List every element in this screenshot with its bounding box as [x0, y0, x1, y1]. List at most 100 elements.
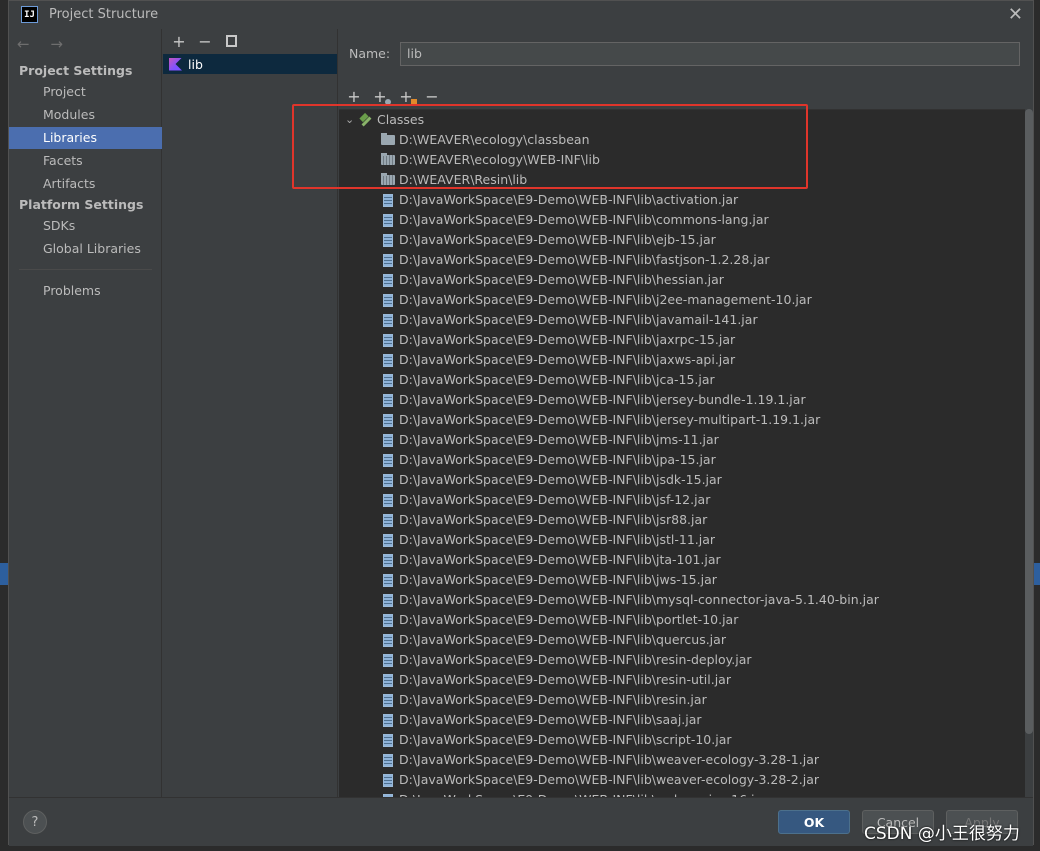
jar-path: D:\JavaWorkSpace\E9-Demo\WEB-INF\lib\hes…	[399, 272, 724, 287]
jar-entry[interactable]: D:\JavaWorkSpace\E9-Demo\WEB-INF\lib\jst…	[381, 530, 715, 550]
classes-tree[interactable]: ⌄ Classes D:\WEAVER\ecology\classbean D:\…	[339, 109, 1025, 797]
jar-entry[interactable]: D:\JavaWorkSpace\E9-Demo\WEB-INF\lib\saa…	[381, 710, 702, 730]
add-icon[interactable]: +	[345, 87, 363, 106]
project-structure-dialog: IJ Project Structure ✕ ← → Project Setti…	[8, 0, 1034, 846]
jar-entry[interactable]: D:\JavaWorkSpace\E9-Demo\WEB-INF\lib\jax…	[381, 330, 735, 350]
jar-path: D:\JavaWorkSpace\E9-Demo\WEB-INF\lib\que…	[399, 632, 726, 647]
jar-entry[interactable]: D:\JavaWorkSpace\E9-Demo\WEB-INF\lib\fas…	[381, 250, 770, 270]
jar-path: D:\JavaWorkSpace\E9-Demo\WEB-INF\lib\jsf…	[399, 492, 711, 507]
jar-entry[interactable]: D:\JavaWorkSpace\E9-Demo\WEB-INF\lib\jca…	[381, 370, 715, 390]
library-name-input[interactable]: lib	[400, 42, 1020, 66]
classes-toolbar: + + + −	[345, 87, 441, 106]
jar-entry[interactable]: D:\JavaWorkSpace\E9-Demo\WEB-INF\lib\hes…	[381, 270, 724, 290]
jar-entry[interactable]: D:\JavaWorkSpace\E9-Demo\WEB-INF\lib\jer…	[381, 390, 806, 410]
jar-icon	[383, 773, 393, 787]
jar-icon	[383, 713, 393, 727]
jar-entry[interactable]: D:\JavaWorkSpace\E9-Demo\WEB-INF\lib\res…	[381, 650, 752, 670]
nav-item-modules[interactable]: Modules	[9, 104, 162, 126]
jar-icon	[383, 473, 393, 487]
jar-path: D:\JavaWorkSpace\E9-Demo\WEB-INF\lib\fas…	[399, 252, 770, 267]
copy-library-icon[interactable]	[221, 32, 241, 51]
jar-path: D:\JavaWorkSpace\E9-Demo\WEB-INF\lib\ejb…	[399, 232, 716, 247]
folder-icon	[381, 153, 395, 165]
directory-entry[interactable]: D:\WEAVER\ecology\WEB-INF\lib	[381, 150, 600, 170]
jar-icon	[383, 433, 393, 447]
nav-item-libraries[interactable]: Libraries	[9, 127, 162, 149]
ok-button[interactable]: OK	[778, 810, 850, 834]
directory-entry[interactable]: D:\WEAVER\Resin\lib	[381, 170, 527, 190]
close-icon[interactable]: ✕	[1008, 4, 1023, 25]
jar-icon	[383, 213, 393, 227]
jar-entry[interactable]: D:\JavaWorkSpace\E9-Demo\WEB-INF\lib\wea…	[381, 750, 819, 770]
jar-path: D:\JavaWorkSpace\E9-Demo\WEB-INF\lib\saa…	[399, 712, 702, 727]
remove-icon[interactable]: −	[423, 87, 441, 106]
jar-entry[interactable]: D:\JavaWorkSpace\E9-Demo\WEB-INF\lib\jax…	[381, 350, 735, 370]
jar-path: D:\JavaWorkSpace\E9-Demo\WEB-INF\lib\jpa…	[399, 452, 716, 467]
jar-icon	[383, 733, 393, 747]
nav-item-problems[interactable]: Problems	[9, 280, 162, 302]
jar-entry[interactable]: D:\JavaWorkSpace\E9-Demo\WEB-INF\lib\jms…	[381, 430, 719, 450]
jar-entry[interactable]: D:\JavaWorkSpace\E9-Demo\WEB-INF\lib\jws…	[381, 570, 717, 590]
jar-entry[interactable]: D:\JavaWorkSpace\E9-Demo\WEB-INF\lib\mys…	[381, 590, 879, 610]
jar-path: D:\JavaWorkSpace\E9-Demo\WEB-INF\lib\wea…	[399, 772, 820, 787]
chevron-down-icon[interactable]: ⌄	[345, 110, 359, 130]
jar-entry[interactable]: D:\JavaWorkSpace\E9-Demo\WEB-INF\lib\jta…	[381, 550, 721, 570]
nav-item-sdks[interactable]: SDKs	[9, 215, 162, 237]
jar-path: D:\JavaWorkSpace\E9-Demo\WEB-INF\lib\jav…	[399, 312, 758, 327]
add-with-settings-icon[interactable]: +	[371, 87, 391, 106]
jar-icon	[383, 453, 393, 467]
nav-item-global-libraries[interactable]: Global Libraries	[9, 238, 162, 260]
nav-item-facets[interactable]: Facets	[9, 150, 162, 172]
jar-path: D:\JavaWorkSpace\E9-Demo\WEB-INF\lib\com…	[399, 212, 769, 227]
jar-path: D:\JavaWorkSpace\E9-Demo\WEB-INF\lib\web…	[399, 790, 767, 797]
jar-icon	[383, 573, 393, 587]
directory-path: D:\WEAVER\ecology\classbean	[399, 132, 590, 147]
jar-icon	[383, 493, 393, 507]
jar-entry[interactable]: D:\JavaWorkSpace\E9-Demo\WEB-INF\lib\ejb…	[381, 230, 716, 250]
jar-icon	[383, 693, 393, 707]
jar-entry[interactable]: D:\JavaWorkSpace\E9-Demo\WEB-INF\lib\jer…	[381, 410, 820, 430]
jar-path: D:\JavaWorkSpace\E9-Demo\WEB-INF\lib\jax…	[399, 352, 736, 367]
jar-path: D:\JavaWorkSpace\E9-Demo\WEB-INF\lib\jsr…	[399, 512, 708, 527]
library-detail-panel: Name: lib + + + − ⌄ Classes D:\WEAVER\ec…	[339, 29, 1033, 797]
ide-selection-strip-left	[0, 563, 8, 585]
jar-entry[interactable]: D:\JavaWorkSpace\E9-Demo\WEB-INF\lib\act…	[381, 190, 738, 210]
jar-entry[interactable]: D:\JavaWorkSpace\E9-Demo\WEB-INF\lib\jsr…	[381, 510, 707, 530]
remove-library-icon[interactable]: −	[195, 32, 215, 51]
help-button[interactable]: ?	[23, 810, 47, 834]
jar-icon	[383, 593, 393, 607]
nav-item-project[interactable]: Project	[9, 81, 162, 103]
jar-icon	[383, 233, 393, 247]
add-attach-icon[interactable]: +	[397, 87, 417, 106]
directory-entry[interactable]: D:\WEAVER\ecology\classbean	[381, 130, 590, 150]
jar-entry[interactable]: D:\JavaWorkSpace\E9-Demo\WEB-INF\lib\jpa…	[381, 450, 716, 470]
back-forward-arrows-icon[interactable]: ← →	[17, 35, 71, 53]
jar-icon	[383, 533, 393, 547]
jar-entry[interactable]: D:\JavaWorkSpace\E9-Demo\WEB-INF\lib\que…	[381, 630, 726, 650]
jar-entry[interactable]: D:\JavaWorkSpace\E9-Demo\WEB-INF\lib\scr…	[381, 730, 732, 750]
library-item-lib[interactable]: lib	[163, 54, 337, 74]
jar-path: D:\JavaWorkSpace\E9-Demo\WEB-INF\lib\act…	[399, 192, 739, 207]
jar-path: D:\JavaWorkSpace\E9-Demo\WEB-INF\lib\jca…	[399, 372, 715, 387]
jar-entry[interactable]: D:\JavaWorkSpace\E9-Demo\WEB-INF\lib\wea…	[381, 770, 819, 790]
jar-entry[interactable]: D:\JavaWorkSpace\E9-Demo\WEB-INF\lib\web…	[381, 790, 767, 797]
jar-path: D:\JavaWorkSpace\E9-Demo\WEB-INF\lib\mys…	[399, 592, 879, 607]
jar-entry[interactable]: D:\JavaWorkSpace\E9-Demo\WEB-INF\lib\res…	[381, 690, 707, 710]
tree-scrollbar[interactable]	[1025, 109, 1033, 734]
jar-icon	[383, 553, 393, 567]
nav-item-artifacts[interactable]: Artifacts	[9, 173, 162, 195]
jar-entry[interactable]: D:\JavaWorkSpace\E9-Demo\WEB-INF\lib\j2e…	[381, 290, 812, 310]
classes-node[interactable]: ⌄ Classes	[345, 110, 424, 130]
classes-label: Classes	[377, 112, 425, 127]
jar-entry[interactable]: D:\JavaWorkSpace\E9-Demo\WEB-INF\lib\com…	[381, 210, 769, 230]
name-label: Name:	[349, 46, 391, 61]
jar-entry[interactable]: D:\JavaWorkSpace\E9-Demo\WEB-INF\lib\por…	[381, 610, 738, 630]
jar-path: D:\JavaWorkSpace\E9-Demo\WEB-INF\lib\por…	[399, 612, 739, 627]
add-library-icon[interactable]: +	[169, 32, 189, 51]
jar-entry[interactable]: D:\JavaWorkSpace\E9-Demo\WEB-INF\lib\jsf…	[381, 490, 710, 510]
jar-icon	[383, 653, 393, 667]
jar-entry[interactable]: D:\JavaWorkSpace\E9-Demo\WEB-INF\lib\res…	[381, 670, 731, 690]
jar-entry[interactable]: D:\JavaWorkSpace\E9-Demo\WEB-INF\lib\jsd…	[381, 470, 722, 490]
jar-entry[interactable]: D:\JavaWorkSpace\E9-Demo\WEB-INF\lib\jav…	[381, 310, 758, 330]
jar-icon	[383, 333, 393, 347]
